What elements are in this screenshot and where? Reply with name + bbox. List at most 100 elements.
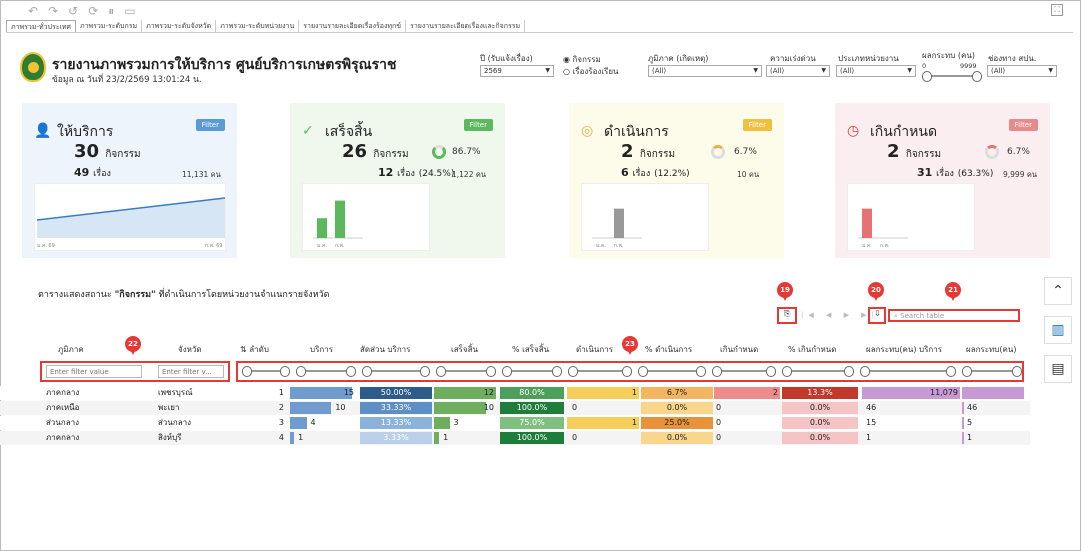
tab-story-activity-detail[interactable]: รายงานรายละเอียดเรื่องและกิจกรรม [406, 20, 526, 32]
cell-impact2: 46 [967, 403, 978, 412]
refresh-icon[interactable]: ⟳ [88, 4, 98, 19]
agency-select[interactable]: (All) ▼ [836, 65, 916, 77]
col-header-impact[interactable]: ผลกระทบ(คน) [966, 343, 1016, 356]
check-circle-icon: ✓ [302, 123, 314, 139]
spinner-icon: ◎ [581, 123, 594, 139]
overdue-range-slider[interactable] [712, 366, 776, 377]
progress-range-slider[interactable] [568, 366, 632, 377]
revert-icon[interactable]: ↺ [68, 4, 78, 19]
service-trend-svg [36, 197, 226, 238]
table-row: ภาคกลาง เพชรบุรณ์ 1 15 50.00% 12 80.0% 1 6.7% 2 13… [0, 386, 1030, 400]
card-in-progress-filter-button[interactable]: Filter [742, 119, 772, 131]
clock-icon: ◷ [847, 123, 860, 139]
col-header-share[interactable]: สัดส่วน บริการ [360, 343, 410, 356]
tab-overview-country[interactable]: ภาพรวม-ทั่วประเทศ [6, 20, 76, 32]
card-completed-activities: 26 กิจกรรม [342, 141, 409, 162]
col-header-overdue-pct[interactable]: % เกินกำหนด [788, 343, 836, 356]
table-search-box[interactable]: ⌕ Search table [888, 309, 1020, 322]
bar-done [434, 432, 440, 444]
impact-service-range-slider[interactable] [860, 366, 956, 377]
region-filter-label: ภูมิภาค (เกิดเหตุ) [648, 54, 709, 63]
impact-range-slider-col[interactable] [962, 366, 1022, 377]
mini-x-tick: ก.พ. [614, 243, 624, 249]
col-header-done-pct[interactable]: % เสร็จสิ้น [512, 343, 549, 356]
fullscreen-icon[interactable]: ⛶ [1051, 4, 1063, 16]
in-progress-bars-svg: ม.ค. ก.พ. [592, 208, 642, 249]
cell-province: พะเยา [158, 403, 180, 412]
col-header-province[interactable]: จังหวัด [178, 343, 202, 356]
chart-view-button[interactable]: ▥ [1044, 316, 1072, 344]
cell-progress: 1 [631, 418, 637, 427]
card-service-filter-button[interactable]: Filter [195, 119, 225, 131]
impact-range-slider[interactable] [922, 71, 982, 82]
channel-filter-label: ช่องทาง สปน. [988, 54, 1037, 63]
cell-share: 13.33% [380, 418, 412, 427]
redo-icon[interactable]: ↷ [48, 4, 58, 19]
col-header-overdue[interactable]: เกินกำหนด [720, 343, 758, 356]
bar-service [290, 402, 332, 414]
tab-overview-province[interactable]: ภาพรวม-ระดับจังหวัด [142, 20, 217, 32]
card-completed-pct: 86.7% [452, 147, 481, 157]
rank-range-slider[interactable] [242, 366, 290, 377]
cell-province: เพชรบุรณ์ [158, 388, 193, 397]
card-in-progress-bar-chart: ม.ค. ก.พ. [581, 183, 709, 251]
service-range-slider[interactable] [296, 366, 356, 377]
tab-overview-department[interactable]: ภาพรวม-ระดับกรม [76, 20, 143, 32]
present-icon[interactable]: ▭ [124, 4, 135, 19]
card-in-progress-people: 10 คน [737, 170, 760, 179]
download-button[interactable]: ⇩ [868, 307, 886, 324]
pause-icon[interactable]: ⏸ [108, 4, 114, 19]
col-header-service[interactable]: บริการ [310, 343, 333, 356]
urgency-select[interactable]: (All) ▼ [766, 65, 830, 77]
tab-complaint-detail[interactable]: รายงานรายละเอียดเรื่องร้องทุกข์ [299, 20, 407, 32]
col-header-done[interactable]: เสร็จสิ้น [451, 343, 478, 356]
mini-x-tick: ม.ค. [862, 243, 872, 249]
card-completed-bar-chart: ม.ค. ก.พ. [302, 183, 430, 251]
cell-done-pct: 100.0% [516, 433, 548, 442]
export-button[interactable]: ⎘ [777, 307, 797, 324]
scroll-top-button[interactable]: ⌃ [1044, 277, 1072, 305]
channel-select[interactable]: (All) ▼ [987, 65, 1057, 77]
card-overdue-activities: 2 กิจกรรม [887, 141, 942, 162]
chevron-down-icon: ▼ [821, 67, 826, 74]
col-header-progress-pct[interactable]: % ดำเนินการ [645, 343, 692, 356]
impact-min: 0 [922, 62, 927, 70]
cell-progress-pct: 0.0% [666, 403, 688, 412]
chevron-down-icon: ▼ [1048, 67, 1053, 74]
region-filter-input[interactable] [46, 365, 142, 378]
share-range-slider[interactable] [362, 366, 430, 377]
undo-icon[interactable]: ↶ [28, 4, 38, 19]
region-select[interactable]: (All) ▼ [648, 65, 762, 77]
cell-impact: 11,079 [930, 388, 958, 397]
radio-complaint[interactable]: ○ เรื่องร้องเรียน [563, 65, 618, 78]
cell-region: ภาคกลาง [46, 433, 80, 442]
completed-progress-ring [432, 145, 446, 159]
progress-pct-range-slider[interactable] [638, 366, 706, 377]
cell-progress-pct: 25.0% [664, 418, 690, 427]
col-header-progress[interactable]: ดำเนินการ [576, 343, 613, 356]
mini-bar [862, 208, 872, 238]
cell-progress: 0 [572, 403, 578, 412]
done-pct-range-slider[interactable] [502, 366, 562, 377]
chevron-down-icon: ▼ [753, 67, 758, 74]
col-header-rank[interactable]: ⇅ ลำดับ [240, 343, 269, 356]
annotation-pin-23: 23 [622, 336, 638, 355]
card-overdue-filter-button[interactable]: Filter [1008, 119, 1038, 131]
province-filter-input[interactable] [158, 365, 224, 378]
overdue-pct-range-slider[interactable] [782, 366, 854, 377]
card-completed-filter-button[interactable]: Filter [463, 119, 493, 131]
cell-service: 1 [298, 433, 304, 442]
table-view-button[interactable]: ▤ [1044, 355, 1072, 383]
col-header-impact-service[interactable]: ผลกระทบ(คน) บริการ [866, 343, 942, 356]
card-service-label: ให้บริการ [57, 124, 114, 140]
card-in-progress-activities: 2 กิจกรรม [621, 141, 676, 162]
chevron-up-icon: ⌃ [1052, 283, 1064, 299]
bar-service [290, 432, 295, 444]
card-completed-stories: 12 เรื่อง (24.5%) [378, 166, 455, 179]
year-select[interactable]: 2569 ▼ [480, 65, 554, 77]
agency-filter-label: ประเภทหน่วยงาน [838, 54, 899, 63]
done-range-slider[interactable] [436, 366, 496, 377]
bar-impact2 [962, 402, 964, 414]
col-header-region[interactable]: ภูมิภาค [58, 343, 84, 356]
tab-overview-agency[interactable]: ภาพรวม-ระดับหน่วยงาน [216, 20, 300, 32]
